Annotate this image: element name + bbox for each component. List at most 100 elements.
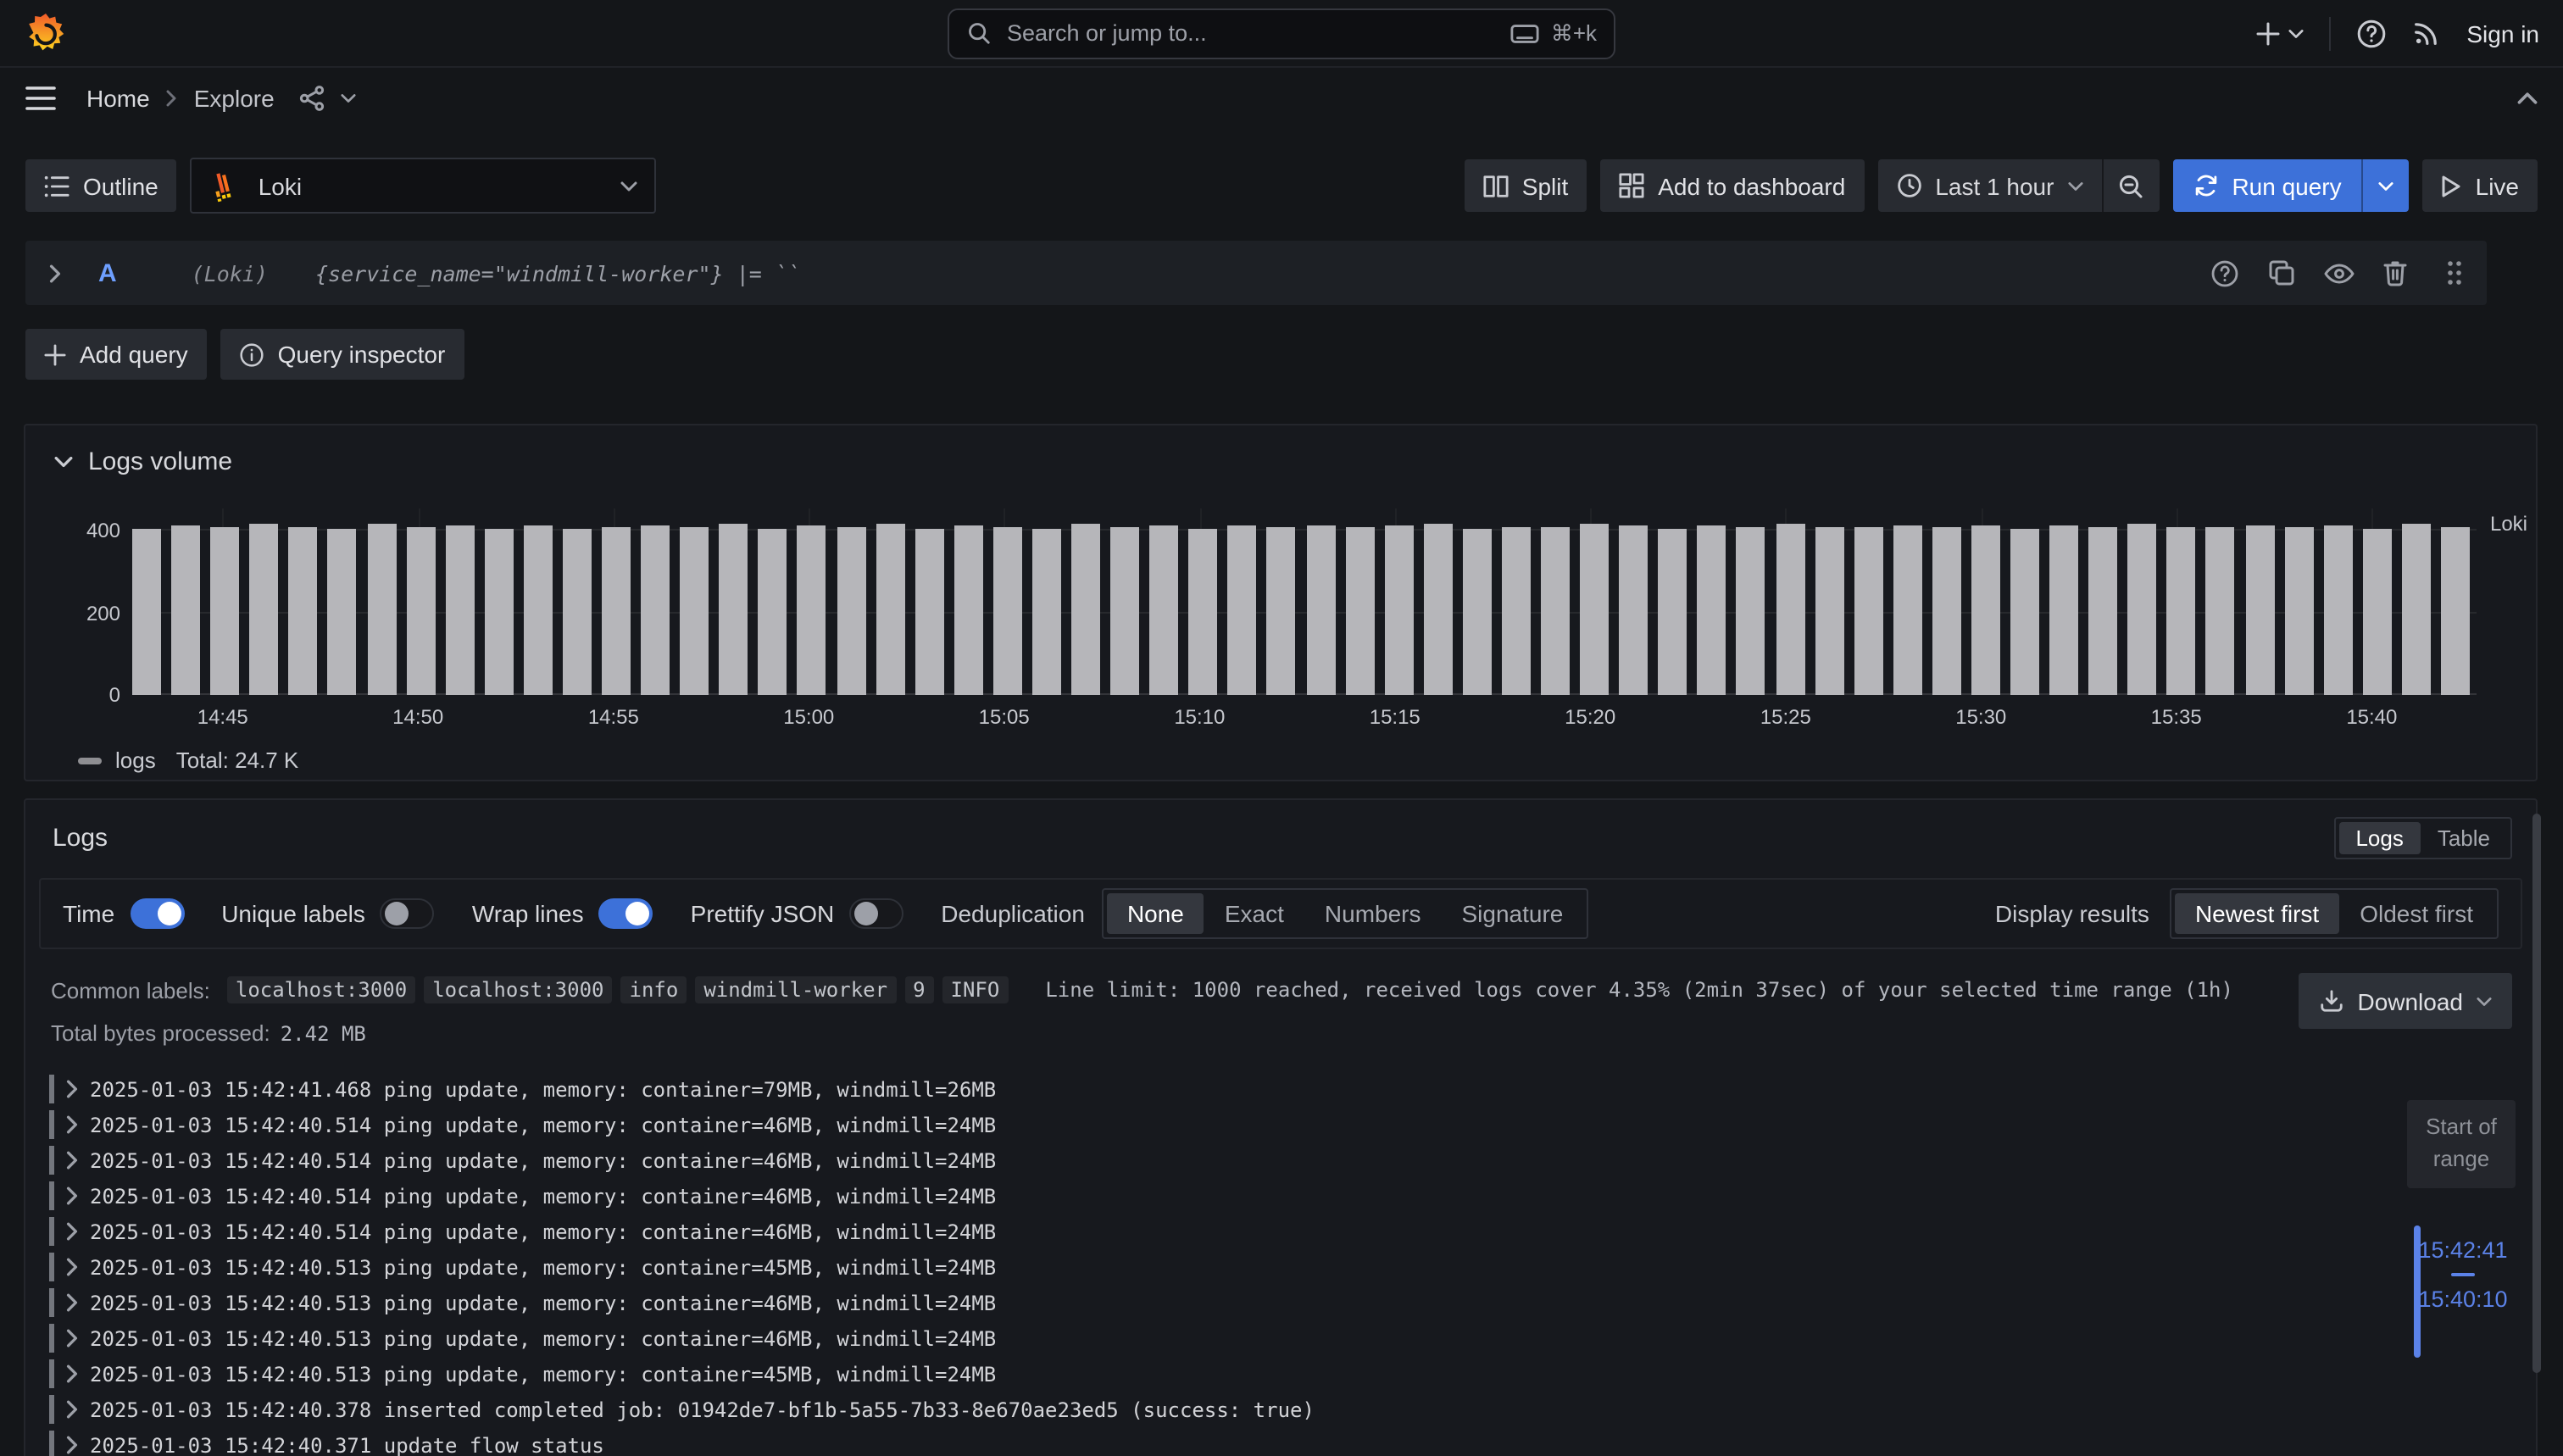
delete-query-icon[interactable] [2383, 259, 2407, 286]
search-placeholder: Search or jump to... [1007, 20, 1207, 46]
volume-bar [2206, 528, 2235, 695]
legend-series-name[interactable]: logs [115, 747, 156, 773]
dedup-option-none[interactable]: None [1107, 893, 1204, 934]
total-bytes-label: Total bytes processed: [51, 1020, 270, 1046]
volume-bar [2323, 525, 2352, 695]
series-label-loki[interactable]: Loki [2490, 512, 2527, 536]
add-to-dashboard-button[interactable]: Add to dashboard [1600, 159, 1864, 212]
toggle-switch-time[interactable] [130, 898, 184, 929]
volume-bar [289, 527, 318, 695]
datasource-picker[interactable]: Loki [191, 158, 657, 214]
log-level-bar [49, 1217, 54, 1246]
expand-log-row-icon[interactable] [66, 1222, 78, 1241]
volume-bar [1659, 528, 1687, 695]
x-axis-tick: 15:35 [2151, 705, 2202, 729]
deduplication-options: NoneExactNumbersSignature [1102, 888, 1588, 939]
collapse-toolbar-icon[interactable] [2517, 92, 2538, 105]
toggle-switch-prettify-json[interactable] [849, 898, 903, 929]
query-inspector-button[interactable]: Query inspector [220, 329, 464, 380]
logs-volume-header[interactable]: Logs volume [25, 425, 2536, 476]
log-row[interactable]: 2025-01-03 15:42:40.514 ping update, mem… [49, 1178, 2383, 1214]
share-caret-icon[interactable] [341, 93, 356, 103]
toggle-switch-wrap-lines[interactable] [599, 898, 653, 929]
live-button[interactable]: Live [2423, 159, 2538, 212]
run-query-dropdown[interactable] [2362, 159, 2410, 212]
log-row[interactable]: 2025-01-03 15:42:40.513 ping update, mem… [49, 1320, 2383, 1356]
log-level-bar [49, 1110, 54, 1139]
display-option-newest-first[interactable]: Newest first [2175, 893, 2339, 934]
query-secondary-actions: Add query Query inspector [25, 329, 464, 380]
common-label-badge: localhost:3000 [227, 976, 415, 1003]
zoom-out-time-button[interactable] [2101, 159, 2159, 212]
expand-log-row-icon[interactable] [66, 1080, 78, 1098]
start-of-range-button[interactable]: Start of range [2407, 1100, 2516, 1187]
range-from-time[interactable]: 15:42:41 [2418, 1237, 2507, 1263]
query-help-icon[interactable] [2210, 258, 2239, 287]
new-menu-button[interactable] [2256, 21, 2304, 45]
news-feed-icon[interactable] [2412, 19, 2441, 47]
expand-query-icon[interactable] [49, 264, 61, 282]
volume-bar [1267, 527, 1296, 695]
share-icon[interactable] [298, 85, 325, 112]
split-button[interactable]: Split [1465, 159, 1587, 212]
menu-icon[interactable] [25, 86, 56, 110]
log-row[interactable]: 2025-01-03 15:42:40.513 ping update, mem… [49, 1249, 2383, 1285]
dedup-option-numbers[interactable]: Numbers [1304, 893, 1442, 934]
outline-button[interactable]: Outline [25, 159, 177, 212]
grafana-logo[interactable] [24, 11, 68, 55]
expand-log-row-icon[interactable] [66, 1436, 78, 1454]
log-row[interactable]: 2025-01-03 15:42:40.513 ping update, mem… [49, 1356, 2383, 1392]
log-row[interactable]: 2025-01-03 15:42:40.378 inserted complet… [49, 1392, 2383, 1427]
expand-log-row-icon[interactable] [66, 1400, 78, 1419]
scrollbar-thumb[interactable] [2532, 814, 2541, 1373]
volume-bar [210, 528, 239, 695]
log-row[interactable]: 2025-01-03 15:42:40.513 ping update, mem… [49, 1285, 2383, 1320]
x-axis-tick: 14:50 [392, 705, 443, 729]
expand-log-row-icon[interactable] [66, 1115, 78, 1134]
query-actions-icons [2210, 258, 2463, 287]
dedup-option-signature[interactable]: Signature [1442, 893, 1584, 934]
help-icon[interactable] [2356, 18, 2387, 48]
dedup-option-exact[interactable]: Exact [1204, 893, 1304, 934]
total-bytes-value: 2.42 MB [281, 1021, 366, 1045]
x-axis-tick: 15:30 [1955, 705, 2006, 729]
time-range-button[interactable]: Last 1 hour [1877, 159, 2101, 212]
expand-log-row-icon[interactable] [66, 1258, 78, 1276]
log-row[interactable]: 2025-01-03 15:42:41.468 ping update, mem… [49, 1071, 2383, 1107]
display-option-oldest-first[interactable]: Oldest first [2339, 893, 2494, 934]
run-query-button[interactable]: Run query [2172, 159, 2361, 212]
volume-bar [1345, 528, 1374, 695]
breadcrumb-home[interactable]: Home [86, 85, 150, 112]
query-ref-id[interactable]: A [98, 258, 117, 287]
total-bytes-row: Total bytes processed: 2.42 MB [51, 1020, 2512, 1046]
view-option-logs[interactable]: Logs [2338, 822, 2420, 854]
range-to-time[interactable]: 15:40:10 [2418, 1287, 2507, 1312]
log-row[interactable]: 2025-01-03 15:42:40.371 update flow stat… [49, 1427, 2383, 1456]
drag-handle-icon[interactable] [2446, 259, 2463, 286]
view-option-table[interactable]: Table [2421, 822, 2507, 854]
logs-volume-plot[interactable]: Loki 14:4514:5014:5515:0015:0515:1015:15… [132, 508, 2477, 695]
volume-bar [2363, 529, 2392, 695]
log-row[interactable]: 2025-01-03 15:42:40.514 ping update, mem… [49, 1214, 2383, 1249]
expand-log-row-icon[interactable] [66, 1151, 78, 1170]
expand-log-row-icon[interactable] [66, 1364, 78, 1383]
download-button[interactable]: Download [2298, 973, 2512, 1029]
toggle-visibility-icon[interactable] [2324, 262, 2355, 284]
log-row[interactable]: 2025-01-03 15:42:40.514 ping update, mem… [49, 1107, 2383, 1142]
breadcrumb-explore[interactable]: Explore [194, 85, 275, 112]
apps-grid-icon [1619, 173, 1644, 198]
query-expression[interactable]: {service_name="windmill-worker"} |= `` [315, 260, 800, 286]
expand-log-row-icon[interactable] [66, 1186, 78, 1205]
log-level-bar [49, 1253, 54, 1281]
query-editor-row: A (Loki) {service_name="windmill-worker"… [25, 241, 2487, 305]
volume-bar [1032, 529, 1061, 695]
toggle-switch-unique-labels[interactable] [381, 898, 435, 929]
duplicate-query-icon[interactable] [2268, 259, 2295, 286]
log-row[interactable]: 2025-01-03 15:42:40.514 ping update, mem… [49, 1142, 2383, 1178]
expand-log-row-icon[interactable] [66, 1329, 78, 1348]
top-nav: Search or jump to... ⌘+k Sign in [0, 0, 2563, 68]
add-query-button[interactable]: Add query [25, 329, 207, 380]
expand-log-row-icon[interactable] [66, 1293, 78, 1312]
sign-in-button[interactable]: Sign in [2466, 19, 2539, 47]
search-input[interactable]: Search or jump to... ⌘+k [948, 8, 1615, 58]
